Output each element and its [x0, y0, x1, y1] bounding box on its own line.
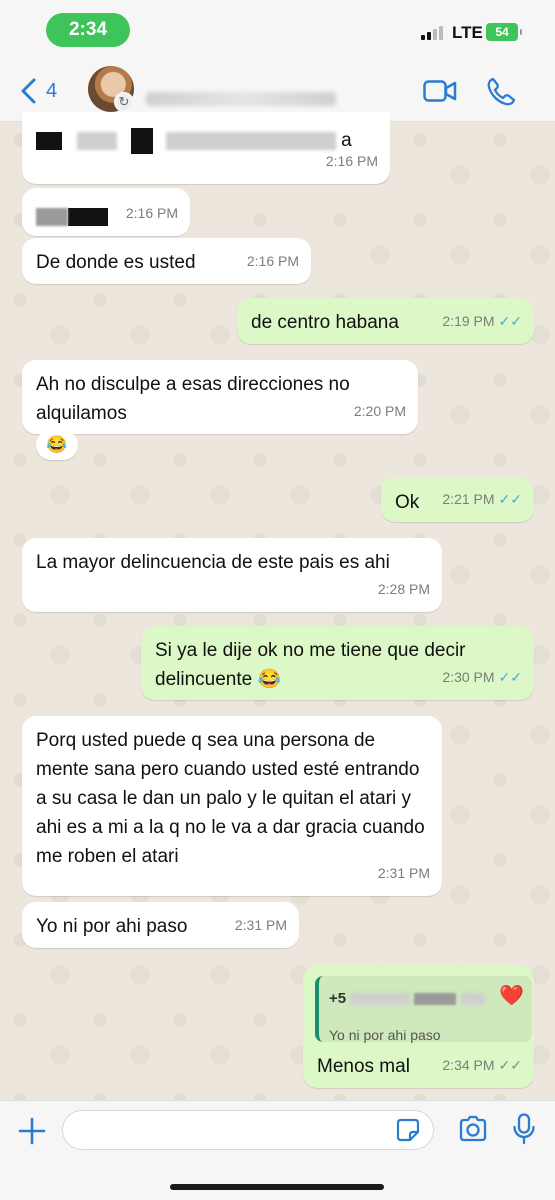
message-time: 2:20 PM [353, 403, 406, 419]
delivered-receipt-icon: ✓✓ [498, 1057, 522, 1073]
message-time: 2:16 PM [125, 205, 178, 221]
message-text: La mayor delincuencia de este pais es ah… [36, 552, 390, 573]
redacted-text: a [36, 126, 352, 155]
phone-icon[interactable] [486, 77, 516, 107]
reaction-badge[interactable]: 😂 [36, 430, 78, 460]
message-bubble-incoming[interactable]: Ah no disculpe a esas direcciones no alq… [22, 360, 418, 434]
message-bubble-outgoing[interactable]: +5 ❤️ Yo ni por ahi paso Menos mal 2:34 … [303, 966, 534, 1088]
message-time: 2:16 PM [325, 153, 378, 169]
message-text: Yo ni por ahi paso [36, 916, 188, 937]
message-bubble-incoming[interactable]: 2:16 PM [22, 188, 190, 236]
home-indicator [170, 1184, 384, 1190]
battery-icon: 54 [486, 23, 522, 41]
quoted-sender: +5 [329, 984, 522, 1013]
heart-icon: ❤️ [499, 985, 524, 1007]
message-time: 2:30 PM [442, 669, 495, 685]
message-time: 2:28 PM [377, 581, 430, 597]
read-receipt-icon: ✓✓ [498, 313, 522, 329]
message-bubble-outgoing[interactable]: Si ya le dije ok no me tiene que decir d… [141, 626, 534, 700]
camera-icon[interactable] [458, 1115, 488, 1143]
message-bubble-incoming[interactable]: a 2:16 PM [22, 112, 390, 184]
network-type: LTE [452, 23, 483, 42]
message-bubble-outgoing[interactable]: de centro habana 2:19 PM ✓✓ [237, 298, 534, 344]
plus-icon[interactable] [18, 1117, 46, 1145]
read-receipt-icon: ✓✓ [498, 491, 522, 507]
read-receipt-icon: ✓✓ [498, 669, 522, 685]
message-text: de centro habana [251, 312, 399, 333]
message-time: 2:31 PM [234, 917, 287, 933]
quoted-reply[interactable]: +5 ❤️ Yo ni por ahi paso [315, 976, 532, 1043]
signal-icon [421, 24, 447, 40]
video-call-icon[interactable] [423, 80, 457, 102]
message-time: 2:21 PM [442, 491, 495, 507]
microphone-icon[interactable] [512, 1113, 536, 1145]
message-time: 2:19 PM [442, 313, 495, 329]
message-bubble-incoming[interactable]: Yo ni por ahi paso 2:31 PM [22, 902, 299, 948]
status-ring-icon: ↻ [114, 92, 134, 112]
sticker-icon[interactable] [396, 1118, 420, 1142]
message-bubble-incoming[interactable]: Porq usted puede q sea una persona de me… [22, 716, 442, 896]
message-input[interactable] [62, 1110, 434, 1150]
message-bubble-incoming[interactable]: La mayor delincuencia de este pais es ah… [22, 538, 442, 612]
composer-bar [0, 1100, 555, 1200]
message-time: 2:31 PM [377, 865, 430, 881]
message-time: 2:16 PM [246, 253, 299, 269]
contact-name-redacted[interactable] [146, 92, 336, 106]
message-bubble-outgoing[interactable]: Ok 2:21 PM ✓✓ [381, 478, 534, 522]
status-bar: 2:34 LTE 54 [0, 0, 555, 58]
message-text: Si ya le dije ok no me tiene que decir d… [155, 640, 466, 690]
message-text: Menos mal [317, 1056, 410, 1077]
message-time: 2:34 PM [442, 1057, 495, 1073]
unread-count[interactable]: 4 [46, 80, 57, 103]
message-text: Ok [395, 492, 420, 513]
message-text: Porq usted puede q sea una persona de me… [36, 730, 425, 867]
status-time: 2:34 [46, 13, 130, 47]
redacted-text [36, 202, 108, 231]
message-text: Ah no disculpe a esas direcciones no alq… [36, 374, 350, 424]
message-bubble-incoming[interactable]: De donde es usted 2:16 PM [22, 238, 311, 284]
chevron-left-icon[interactable] [18, 78, 40, 104]
message-text: De donde es usted [36, 252, 196, 273]
quoted-text: Yo ni por ahi paso [329, 1027, 441, 1043]
